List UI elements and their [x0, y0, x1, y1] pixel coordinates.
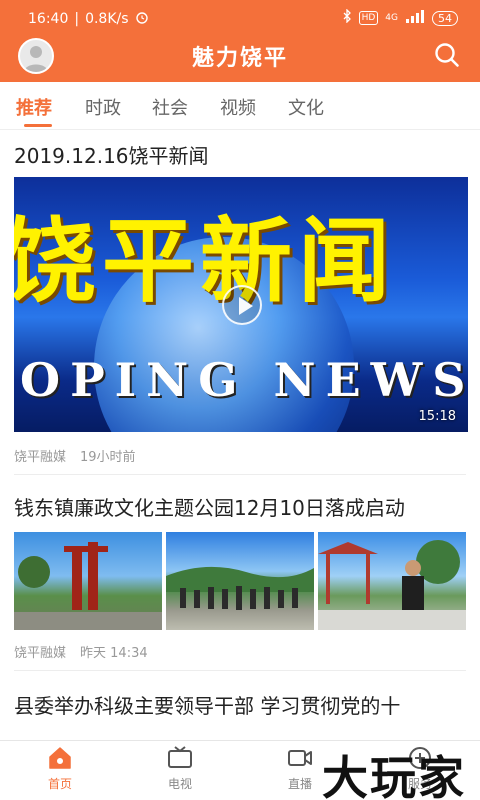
hd-badge: HD: [358, 11, 379, 25]
title-bar: 魅力饶平: [0, 36, 480, 82]
battery-indicator: 54: [432, 10, 458, 26]
video-title-text: 饶平新闻: [14, 207, 397, 315]
tv-icon: [168, 746, 192, 768]
video-duration: 15:18: [418, 409, 456, 424]
tab-video[interactable]: 视频: [220, 94, 256, 120]
nav-home[interactable]: 首页: [20, 745, 100, 792]
signal-icon: [405, 9, 425, 27]
category-tabs: 推荐 时政 社会 视频 文化: [0, 82, 480, 130]
play-button[interactable]: [222, 285, 262, 325]
news-title[interactable]: 2019.12.16饶平新闻: [14, 140, 209, 169]
nav-tv[interactable]: 电视: [140, 745, 220, 792]
news-feed[interactable]: 2019.12.16饶平新闻 饶平新闻 OPING NEWS 15:18 饶平融…: [0, 130, 480, 740]
active-tab-indicator: [24, 124, 52, 127]
tab-culture[interactable]: 文化: [288, 94, 324, 120]
news-photo[interactable]: [14, 532, 162, 630]
tab-recommend[interactable]: 推荐: [16, 94, 52, 120]
status-right: HD 4G 54: [342, 8, 458, 27]
news-source: 饶平融媒: [14, 450, 67, 465]
status-bar: 16:40 | 0.8K/s HD 4G 54: [0, 0, 480, 36]
app-header: 16:40 | 0.8K/s HD 4G 54 魅力饶平: [0, 0, 480, 82]
news-photo[interactable]: [318, 532, 466, 630]
search-icon: [435, 43, 459, 67]
news-time: 19小时前: [80, 450, 136, 465]
news-title[interactable]: 县委举办科级主要领导干部 学习贯彻党的十: [14, 690, 400, 719]
watermark-logo: 大玩家: [322, 751, 466, 800]
video-subtitle-text: OPING NEWS: [20, 353, 468, 407]
app-title: 魅力饶平: [191, 46, 288, 71]
divider: [14, 474, 466, 475]
divider: [14, 670, 466, 671]
alarm-icon: [135, 10, 149, 28]
news-source: 饶平融媒: [14, 646, 67, 661]
live-icon: [288, 750, 312, 766]
news-photo[interactable]: [166, 532, 314, 630]
news-time: 昨天 14:34: [80, 646, 148, 661]
status-speed: 0.8K/s: [85, 11, 129, 27]
home-icon: [49, 747, 71, 769]
tab-politics[interactable]: 时政: [85, 94, 121, 120]
nav-label: 首页: [47, 777, 72, 791]
bluetooth-icon: [342, 8, 352, 27]
tab-society[interactable]: 社会: [152, 94, 188, 120]
status-time: 16:40: [28, 11, 69, 27]
network-type: 4G: [385, 13, 398, 23]
nav-label: 电视: [167, 777, 192, 791]
news-meta: 饶平融媒 昨天 14:34: [14, 642, 148, 661]
search-button[interactable]: [430, 38, 464, 72]
status-separator: |: [74, 11, 80, 27]
status-left: 16:40 | 0.8K/s: [28, 10, 149, 28]
news-title[interactable]: 钱东镇廉政文化主题公园12月10日落成启动: [14, 492, 405, 521]
video-thumbnail[interactable]: 饶平新闻 OPING NEWS 15:18: [14, 177, 468, 432]
news-meta: 饶平融媒 19小时前: [14, 446, 136, 465]
